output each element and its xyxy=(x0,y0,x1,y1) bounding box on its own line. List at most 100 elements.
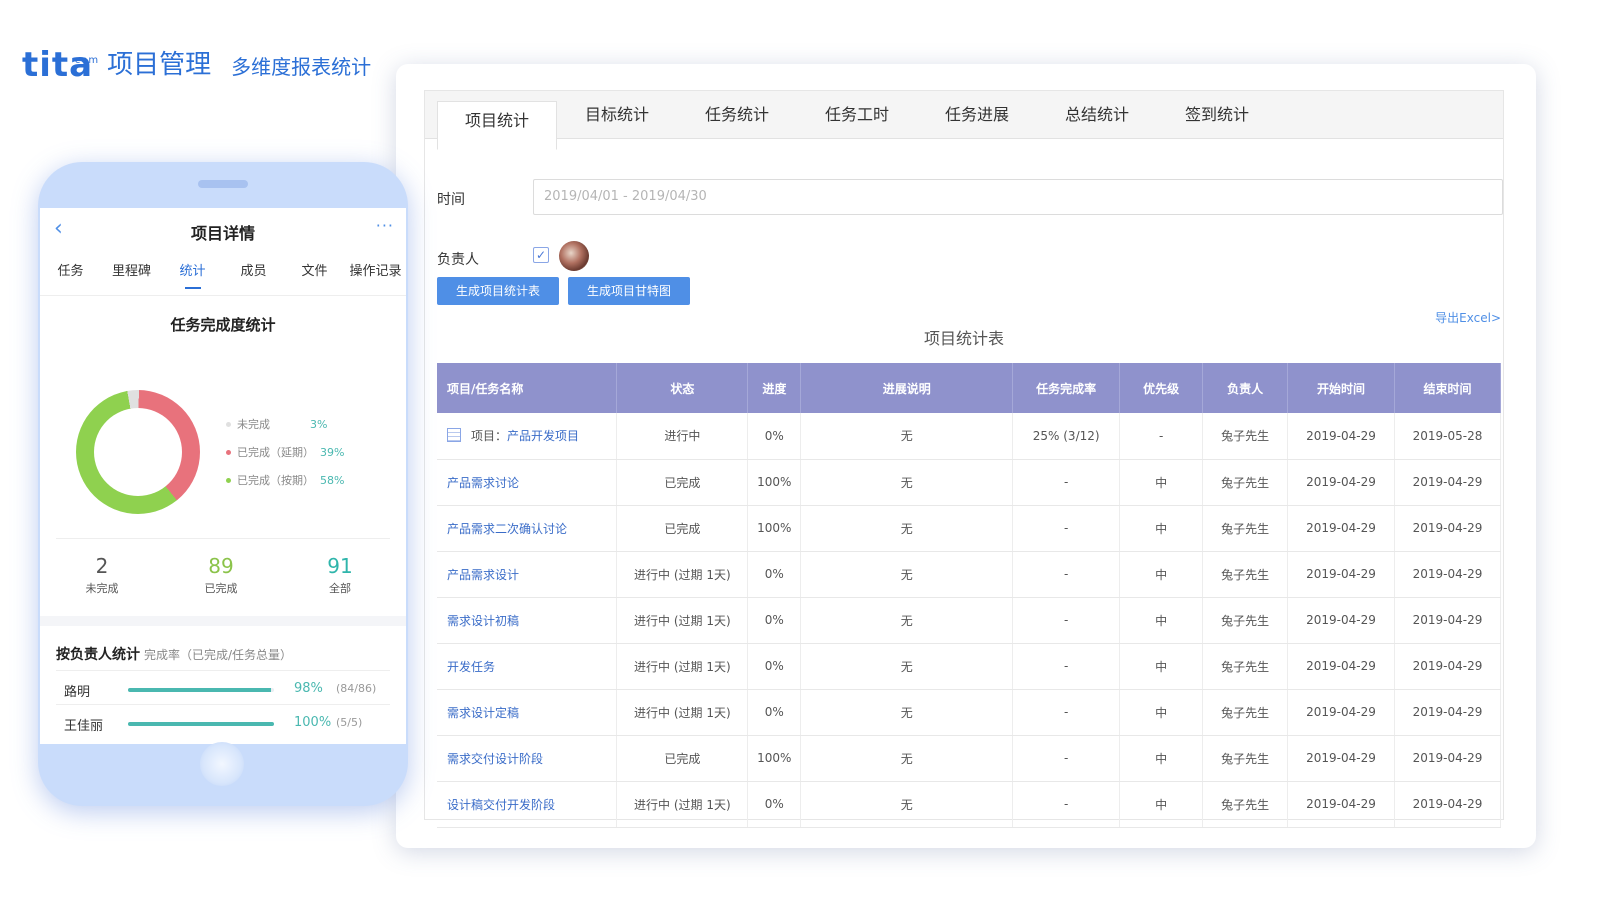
start-cell: 2019-04-29 xyxy=(1287,735,1395,782)
owner-cell: 兔子先生 xyxy=(1202,413,1289,460)
report-panel: 项目统计 目标统计 任务统计 任务工时 任务进展 总结统计 签到统计 时间 20… xyxy=(424,90,1504,828)
by-owner-section: 按负责人统计 完成率（已完成/任务总量） 路明 98% (84/86) 王佳丽 1… xyxy=(40,626,406,738)
note-cell: 无 xyxy=(800,689,1014,736)
more-icon[interactable]: ··· xyxy=(376,216,394,235)
task-name-cell[interactable]: 产品需求二次确认讨论 xyxy=(437,505,618,552)
task-name-cell[interactable]: 设计稿交付开发阶段 xyxy=(437,781,618,828)
tab-activity-log[interactable]: 操作记录 xyxy=(345,252,406,295)
completion-cell: - xyxy=(1012,597,1121,644)
completion-cell: - xyxy=(1012,735,1121,782)
owner-row: 王佳丽 100% (5/5) xyxy=(56,704,390,738)
tab-task-hours[interactable]: 任务工时 xyxy=(797,91,917,139)
priority-cell: 中 xyxy=(1119,505,1204,552)
status-cell: 已完成 xyxy=(616,505,749,552)
end-cell: 2019-04-29 xyxy=(1394,643,1501,690)
tab-project-stats[interactable]: 项目统计 xyxy=(437,101,557,150)
table-row[interactable]: 需求设计初稿 进行中 (过期 1天) 0% 无 - 中兔子先生 2019-04-29 2019… xyxy=(437,597,1501,644)
tab-task-stats[interactable]: 任务统计 xyxy=(677,91,797,139)
status-cell: 进行中 (过期 1天) xyxy=(616,643,749,690)
progress-bar xyxy=(128,688,274,692)
divider xyxy=(56,538,390,539)
col-header: 结束时间 xyxy=(1394,363,1501,413)
avatar[interactable] xyxy=(559,241,589,271)
section-title: 任务完成度统计 xyxy=(170,316,276,334)
table-row[interactable]: 设计稿交付开发阶段 进行中 (过期 1天) 0% 无 - 中兔子先生 2019-04-29 2… xyxy=(437,781,1501,828)
tab-stats[interactable]: 统计 xyxy=(162,252,223,295)
owner-label: 负责人 xyxy=(437,252,479,268)
tab-summary-stats[interactable]: 总结统计 xyxy=(1037,91,1157,139)
progress-cell: 100% xyxy=(747,505,802,552)
table-header-row: 项目/任务名称 状态 进度 进展说明 任务完成率 优先级 负责人 开始时间 结束… xyxy=(437,363,1501,413)
tab-goal-stats[interactable]: 目标统计 xyxy=(557,91,677,139)
stat-total: 91 全部 xyxy=(327,554,353,595)
home-button[interactable] xyxy=(200,742,244,786)
end-cell: 2019-04-29 xyxy=(1394,689,1501,736)
project-stats-table: 项目/任务名称 状态 进度 进展说明 任务完成率 优先级 负责人 开始时间 结束… xyxy=(437,363,1501,828)
progress-fill xyxy=(128,688,272,692)
completion-section: 任务完成度统计 未完成 3% 已完成（延期） 39% 已完成（按期） 58% 2… xyxy=(40,296,406,626)
task-name-cell[interactable]: 需求交付设计阶段 xyxy=(437,735,618,782)
tagline: 多维度报表统计 xyxy=(231,55,372,79)
col-header: 负责人 xyxy=(1202,363,1289,413)
completion-cell: - xyxy=(1012,505,1121,552)
progress-cell: 100% xyxy=(747,735,802,782)
priority-cell: 中 xyxy=(1119,643,1204,690)
tab-members[interactable]: 成员 xyxy=(223,252,284,295)
end-cell: 2019-04-29 xyxy=(1394,597,1501,644)
phone-tabs: 任务 里程碑 统计 成员 文件 操作记录 xyxy=(40,252,406,296)
owner-cell: 兔子先生 xyxy=(1202,551,1289,598)
status-cell: 已完成 xyxy=(616,459,749,506)
date-range-input[interactable]: 2019/04/01 - 2019/04/30 xyxy=(533,179,1503,215)
progress-cell: 0% xyxy=(747,597,802,644)
phone-screen: ‹ 项目详情 ··· 任务 里程碑 统计 成员 文件 操作记录 任务完成度统计 … xyxy=(40,208,406,744)
export-excel-link[interactable]: 导出Excel> xyxy=(1435,309,1501,326)
progress-cell: 0% xyxy=(747,781,802,828)
note-cell: 无 xyxy=(800,781,1014,828)
status-cell: 进行中 (过期 1天) xyxy=(616,781,749,828)
legend-dot xyxy=(226,449,231,455)
table-row[interactable]: 产品需求讨论 已完成 100% 无 - 中兔子先生 2019-04-29 2019-04-29 xyxy=(437,459,1501,506)
status-cell: 进行中 (过期 1天) xyxy=(616,597,749,644)
phone-speaker xyxy=(198,180,248,188)
table-row-project[interactable]: 项目：产品开发项目 进行中 0% 无 25% (3/12) - 兔子先生 201… xyxy=(437,413,1501,460)
check-icon: ✓ xyxy=(535,248,547,262)
completion-cell: - xyxy=(1012,551,1121,598)
col-header: 任务完成率 xyxy=(1012,363,1121,413)
table-row[interactable]: 产品需求设计 进行中 (过期 1天) 0% 无 - 中兔子先生 2019-04-29 2019… xyxy=(437,551,1501,598)
completion-cell: - xyxy=(1012,643,1121,690)
table-row[interactable]: 产品需求二次确认讨论 已完成 100% 无 - 中兔子先生 2019-04-29 2019-0… xyxy=(437,505,1501,552)
tab-checkin-stats[interactable]: 签到统计 xyxy=(1157,91,1277,139)
progress-cell: 0% xyxy=(747,689,802,736)
table-row[interactable]: 需求交付设计阶段 已完成 100% 无 - 中兔子先生 2019-04-29 2019-04-… xyxy=(437,735,1501,782)
task-name-cell[interactable]: 开发任务 xyxy=(437,643,618,690)
generate-gantt-button[interactable]: 生成项目甘特图 xyxy=(568,277,690,305)
product-name: 项目管理 xyxy=(107,50,212,80)
time-label: 时间 xyxy=(437,192,465,208)
start-cell: 2019-04-29 xyxy=(1287,781,1395,828)
tab-milestones[interactable]: 里程碑 xyxy=(101,252,162,295)
legend-item-done-late: 已完成（延期） 39% xyxy=(226,444,344,460)
table-row[interactable]: 需求设计定稿 进行中 (过期 1天) 0% 无 - 中兔子先生 2019-04-29 2019… xyxy=(437,689,1501,736)
phone-mockup: ‹ 项目详情 ··· 任务 里程碑 统计 成员 文件 操作记录 任务完成度统计 … xyxy=(38,162,408,806)
task-name-cell[interactable]: 产品需求设计 xyxy=(437,551,618,598)
owner-row: 路明 98% (84/86) xyxy=(56,670,390,704)
table-row[interactable]: 开发任务 进行中 (过期 1天) 0% 无 - 中兔子先生 2019-04-29 2019-0… xyxy=(437,643,1501,690)
owner-checkbox[interactable]: ✓ xyxy=(533,247,549,263)
status-cell: 进行中 (过期 1天) xyxy=(616,551,749,598)
project-name-cell[interactable]: 项目：产品开发项目 xyxy=(437,413,618,460)
task-name-cell[interactable]: 需求设计定稿 xyxy=(437,689,618,736)
tab-task-progress[interactable]: 任务进展 xyxy=(917,91,1037,139)
task-name-cell[interactable]: 产品需求讨论 xyxy=(437,459,618,506)
owner-cell: 兔子先生 xyxy=(1202,597,1289,644)
col-header: 项目/任务名称 xyxy=(437,363,618,413)
start-cell: 2019-04-29 xyxy=(1287,413,1395,460)
generate-table-button[interactable]: 生成项目统计表 xyxy=(437,277,559,305)
tab-files[interactable]: 文件 xyxy=(284,252,345,295)
page-title: 项目详情 xyxy=(190,224,255,243)
note-cell: 无 xyxy=(800,551,1014,598)
start-cell: 2019-04-29 xyxy=(1287,597,1395,644)
priority-cell: 中 xyxy=(1119,597,1204,644)
tab-tasks[interactable]: 任务 xyxy=(40,252,101,295)
col-header: 开始时间 xyxy=(1287,363,1395,413)
task-name-cell[interactable]: 需求设计初稿 xyxy=(437,597,618,644)
